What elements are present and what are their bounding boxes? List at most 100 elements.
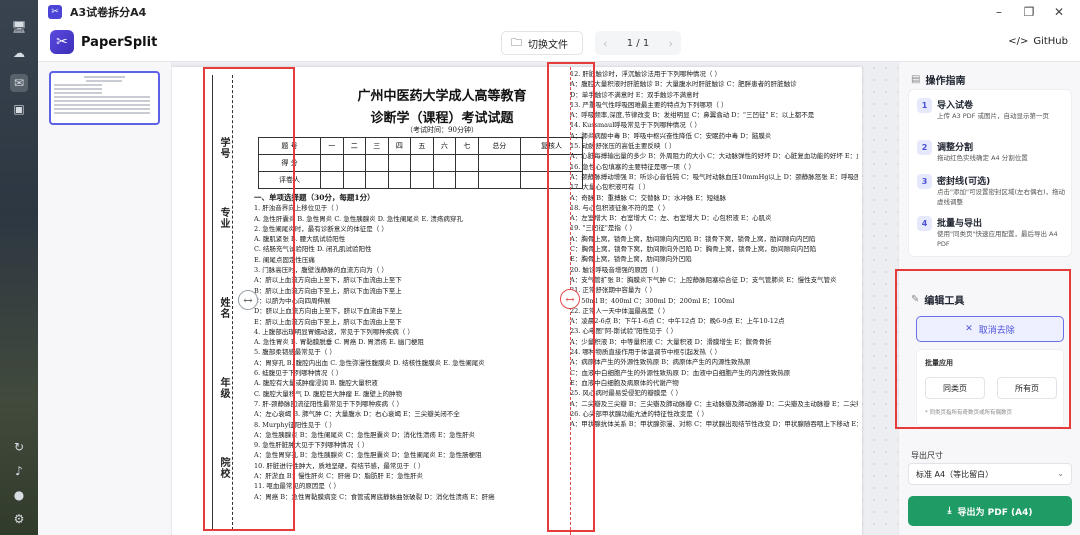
question-line: 4. 上腹部出现明显胃蠕动波，常见于下列哪种疾病（ ）: [254, 327, 414, 336]
export-size-select[interactable]: 标准 A4（等比留白） ⌄: [908, 463, 1072, 485]
app-icon-small: ✂: [48, 5, 62, 19]
question-line: 6. 蛙腹见于下列哪种情况（ ）: [254, 369, 343, 378]
question-line: 5. 腹部柔韧感最常见于（ ）: [254, 348, 336, 357]
question-line: D：单手触诊不满意时 E：双手触诊不满意时: [570, 90, 700, 99]
prev-page-icon[interactable]: ‹: [603, 37, 607, 50]
score-table: 题 号 一 二 三 四 五 六 七 总分 复核人 得 分 评卷人: [258, 137, 584, 189]
question-line: A：少量积液 B：中等量积液 C：大量积液 D：滑膜增生 E：髌骨骨折: [570, 337, 772, 346]
score-header: 三: [365, 137, 389, 155]
maximize-button[interactable]: ❐: [1014, 3, 1044, 21]
question-line: A：肝淤血 B：慢性肝炎 C：肝癌 D：脂肪肝 E：急性肝炎: [254, 472, 424, 481]
step-title: 密封线(可选): [937, 177, 991, 187]
question-line: C. 腹腔大量积气 D. 腹腔巨大肿瘤 E. 腹壁上的肿物: [254, 389, 402, 398]
question-line: E：胸骨上窝，锁骨上窝，肋间隙向外凹陷: [570, 255, 692, 264]
question-line: C：胸骨上窝，锁骨下窝，肋间隙向外凹陷 D：胸骨上窝，锁骨上窝，肋间隙向内凹陷: [570, 245, 817, 254]
question-line: 2. 急性阑尾炎时，最有诊断意义的体征是（ ）: [254, 224, 388, 233]
title-bar: ✂ A3试卷拆分A4 – ❐ ✕: [38, 0, 1080, 24]
cloud-icon[interactable]: ☁: [10, 44, 28, 62]
step-desc: 点击"添加"可设置密封区域(左右偶右)，拖动虚线调整: [937, 188, 1066, 206]
question-line: A. 腹肌紧张 B. 腰大肌试验阳性: [254, 235, 346, 244]
question-line: A：急性胰腺炎 B：急性阑尾炎 C：急性胆囊炎 D：消化性溃疡 E：急性肝炎: [254, 430, 476, 439]
user-icon[interactable]: ●: [10, 486, 28, 504]
switch-file-label: 切换文件: [528, 39, 568, 51]
scissors-icon: ✂: [50, 30, 74, 54]
split-drag-handle-icon[interactable]: ↔: [560, 289, 580, 309]
score-header: 一: [319, 137, 344, 155]
step-number: 2: [917, 140, 932, 155]
question-line: A：肺炎病酸中毒 B：呼吸中枢兴奋性降低 C：安眠药中毒 D：脑膜炎: [570, 131, 772, 140]
paper-subtitle: 诊断学（课程）考试试题: [370, 111, 514, 126]
thumbnail-sidebar: [38, 62, 172, 535]
left-question-list: 一、单项选择题（30分，每题1分） 1. 肝浊音界向上移位见于（ ） A. 急性肝囊…: [254, 193, 554, 533]
window-title: A3试卷拆分A4: [70, 6, 147, 19]
export-size-label: 导出尺寸: [911, 451, 943, 460]
question-line: A：左室增大 B：右室增大 C：左、右室增大 D：心包积液 E：心肌炎: [570, 214, 772, 223]
question-line: B：脐以上血流方向由下至上，脐以下血流由下至上: [254, 286, 402, 295]
switch-file-button[interactable]: 🗀 切换文件: [501, 31, 583, 55]
question-line: A：胃穿孔 B. 腹腔内出血 C. 急性弥漫性腹膜炎 D. 结核性腹膜炎 E. …: [254, 358, 485, 367]
question-line: A：急性胃穿孔 B：急性胰腺炎 C：急性胆囊炎 D：急性阑尾炎 E：急性肠梗阻: [254, 451, 482, 460]
question-line: 24. 哪种物质直接作用于体温调节中枢引起发热（ ）: [570, 348, 721, 357]
paper-title: 广州中医药大学成人高等教育: [357, 89, 527, 104]
question-line: C：血液中白细胞产生的外源性致热原 D：血液中白细胞产生的内源性致热原: [570, 368, 791, 377]
step-number: 4: [917, 216, 932, 231]
question-line: A：甲状腺抗体关系 B：甲状腺弥漫、对称 C：甲状腺出现结节性改变 D：甲状腺随…: [570, 420, 858, 429]
step-desc: 使用"同类页"快速应用配置，最后导出 A4 PDF: [937, 230, 1058, 248]
next-page-icon[interactable]: ›: [669, 37, 673, 50]
question-line: A. 急性肝囊炎 B. 急性胃炎 C. 急性胰腺炎 D. 急性阑尾炎 E. 溃疡…: [254, 214, 463, 223]
guide-heading: ▤ 操作指南: [911, 72, 965, 87]
step-title: 导入试卷: [937, 101, 974, 111]
page-thumbnail[interactable]: [49, 71, 160, 125]
question-line: A：颈静脉搏动增强 B：听诊心音低钝 C：吸气时动脉血压10mmHg以上 D：颈…: [570, 172, 858, 181]
question-line: A：腹腔大量积液时肝脏触诊 B：大量腹水时肝脏触诊 C：肥胖患者的肝脏触诊: [570, 80, 797, 89]
chevron-down-icon: ⌄: [1057, 469, 1064, 478]
export-size-value: 标准 A4（等比留白）: [916, 469, 994, 479]
question-line: A：二尖瓣及三尖瓣 B：三尖瓣及肺动脉瓣 C：主动脉瓣及肺动脉瓣 D：二尖瓣及主…: [570, 399, 858, 408]
question-line: A. 急性胃炎 B. 胃黏膜脱垂 C. 胃癌 D. 胃溃疡 E. 幽门梗阻: [254, 338, 424, 347]
question-line: 9. 急性肝脏肿大见于下列哪种情况（ ）: [254, 441, 369, 450]
question-line: 1. 肝浊音界向上移位见于（ ）: [254, 204, 343, 213]
computer-icon[interactable]: 🖥: [10, 18, 28, 36]
export-pdf-button[interactable]: ⤓ 导出为 PDF (A4): [908, 496, 1072, 526]
step-desc: 上传 A3 PDF 或图片，自动显示第一页: [937, 112, 1049, 120]
settings-icon[interactable]: ⚙: [10, 510, 28, 528]
question-line: A：心脏每搏输出量的多少 B：外周阻力的大小 C：大动脉弹性的好坏 D：心脏复血…: [570, 152, 858, 161]
question-line: 7. 肝-颈静脉回流征阳性最常见于下列哪种疾病（ ）: [254, 399, 404, 408]
step-number: 3: [917, 174, 932, 189]
step-number: 1: [917, 98, 932, 113]
github-label: GitHub: [1033, 36, 1068, 47]
question-line: C. 结肠充气试验阳性 D. 闭孔肌试验阳性: [254, 245, 372, 254]
question-line: A：胸骨上窝，锁骨上窝，肋间隙向内凹陷 B：锁骨下窝，锁骨上窝，肋间隙向内凹陷: [570, 234, 816, 243]
question-line: A：50ml B：400ml C：300ml D：200ml E：100ml: [570, 296, 735, 305]
github-link[interactable]: </> GitHub: [1008, 36, 1068, 47]
question-line: 13. 严重吸气性呼吸困难最主要的特点为下列哪项（ ）: [570, 100, 728, 109]
score-header: 四: [387, 137, 412, 155]
question-line: 17. 大量心包积液可有（ ）: [570, 183, 650, 192]
question-line: A：奇脉 B：重搏脉 C：交替脉 D：水冲脉 E：短绌脉: [570, 193, 727, 202]
question-line: 25. 风心病时最易受侵犯的瓣膜是（ ）: [570, 389, 682, 398]
question-line: A：胃癌 B：急性胃黏膜病变 C：食管或胃底静脉曲张破裂 D：消化性溃疡 E：肝…: [254, 492, 495, 501]
question-line: E：血液中白细胞及病原体的代谢产物: [570, 378, 679, 387]
close-button[interactable]: ✕: [1044, 3, 1074, 21]
question-line: A：病原体产生的外源性致热原 B：病原体产生的内源性致热原: [570, 358, 751, 367]
code-icon: </>: [1008, 36, 1029, 47]
page-pager: ‹ 1 / 1 ›: [595, 31, 681, 55]
question-line: 3. 门脉高压时，腹壁浅静脉的血流方向为（ ）: [254, 266, 388, 275]
export-pdf-label: 导出为 PDF (A4): [957, 507, 1033, 518]
question-line: 16. 急性心包填塞的主要特征是哪一项（ ）: [570, 162, 695, 171]
bell-icon[interactable]: ♪: [10, 462, 28, 480]
exam-paper: 学号 专业 姓名 年级 院校 广州中医药大学成人高等教育 诊断学（课程）考试试题…: [172, 62, 862, 535]
refresh-icon[interactable]: ↻: [10, 438, 28, 456]
question-line: A. 腹腔有大量或肿瘤浸润 B. 腹腔大量积液: [254, 379, 378, 388]
folder-icon: 🗀: [511, 35, 522, 49]
question-line: 22. 正常人一天中体温最高是（ ）: [570, 306, 669, 315]
minimize-button[interactable]: –: [984, 3, 1014, 21]
seal-drag-handle-icon[interactable]: ↔: [238, 290, 258, 310]
app-icon[interactable]: ✉: [10, 74, 28, 92]
question-line: A：凌晨2-6点 B：下午1-6点 C：中午12点 D：晚6-9点 E：上午10…: [570, 317, 785, 326]
score-header: 五: [410, 137, 434, 155]
preview-canvas: 学号 专业 姓名 年级 院校 广州中医药大学成人高等教育 诊断学（课程）考试试题…: [172, 62, 898, 535]
question-line: E：脐以上血流方向由下至上，脐以下血流由上至下: [254, 317, 402, 326]
gallery-icon[interactable]: ▣: [10, 100, 28, 118]
question-line: 8. Murphy征阳性见于（ ）: [254, 420, 336, 429]
